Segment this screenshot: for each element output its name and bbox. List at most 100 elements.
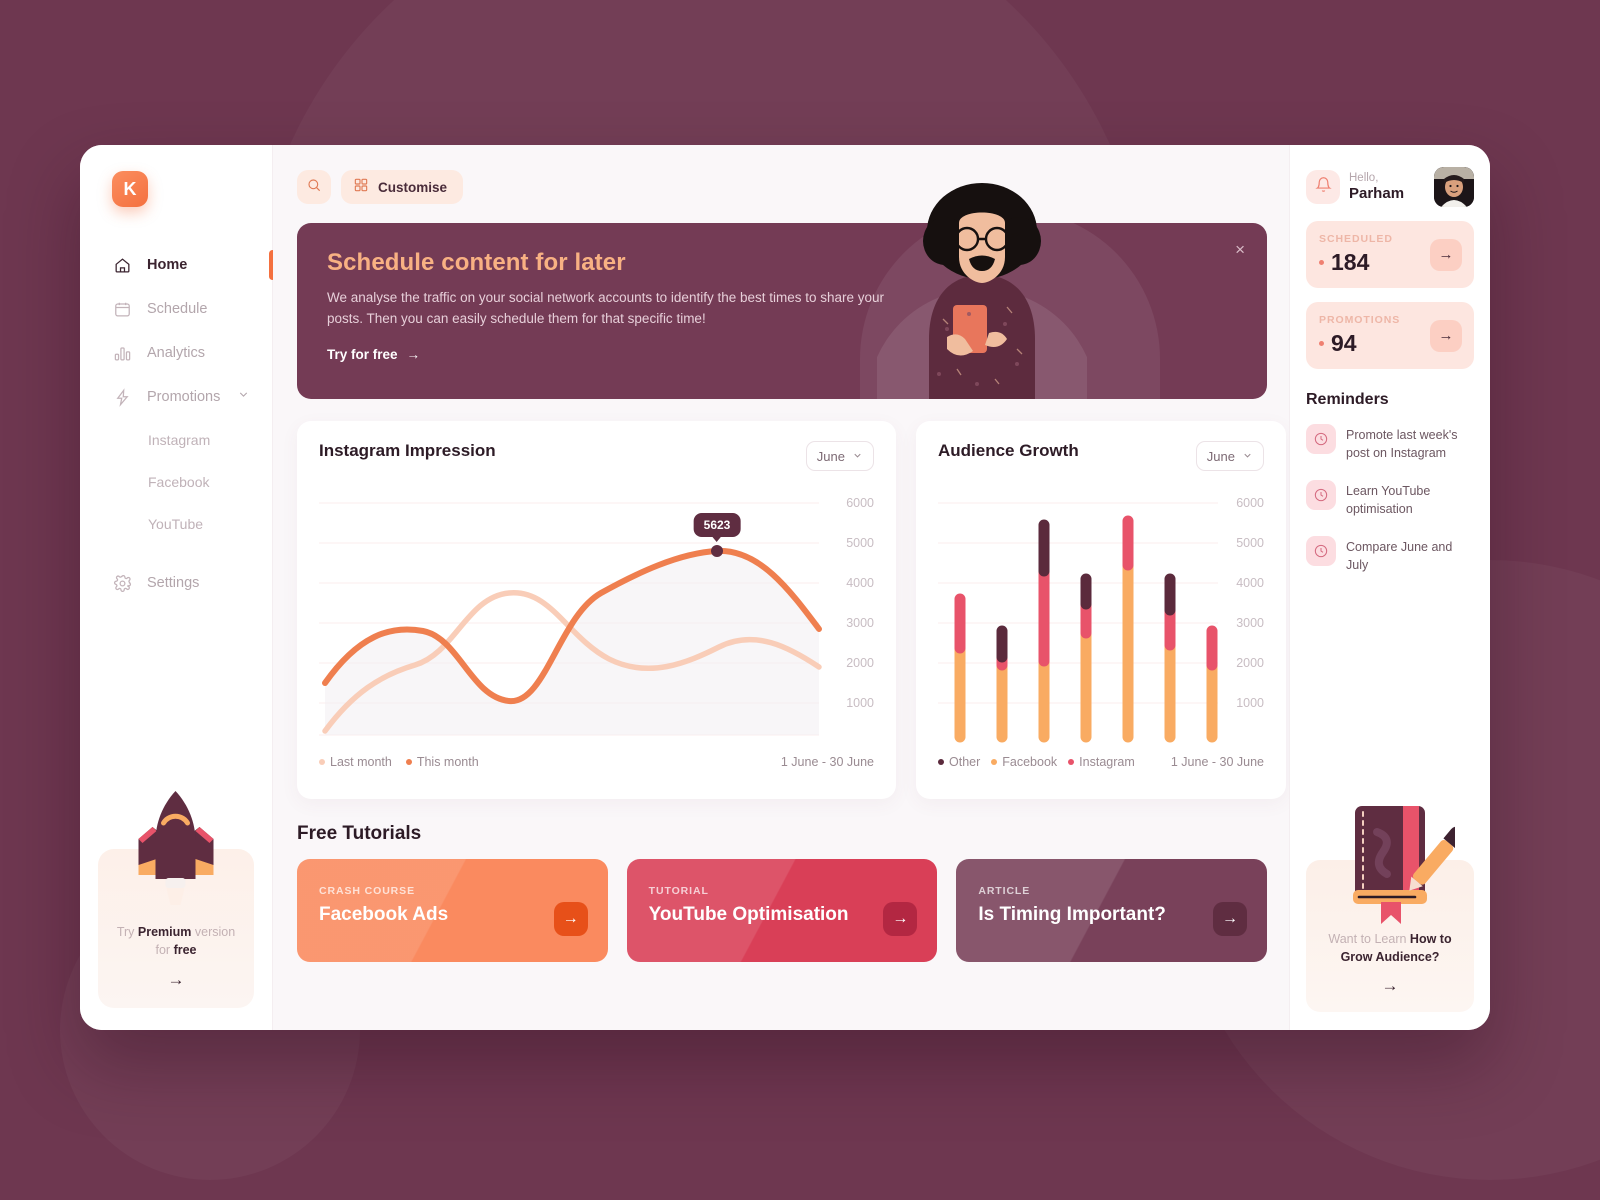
search-icon: [306, 177, 322, 198]
stat-card-scheduled[interactable]: SCHEDULED 184 →: [1306, 221, 1474, 288]
sidebar-subitem-instagram[interactable]: Instagram: [80, 419, 272, 461]
banner-cta-button[interactable]: Try for free →: [327, 347, 420, 362]
stat-card-promotions[interactable]: PROMOTIONS 94 →: [1306, 302, 1474, 369]
reminder-text: Learn YouTube optimisation: [1346, 484, 1431, 516]
premium-line2-pre: for: [155, 943, 174, 958]
legend-swatch: [1068, 759, 1075, 765]
grow-audience-card[interactable]: Want to Learn How to Grow Audience? →: [1306, 805, 1474, 1012]
free-tutorials-title: Free Tutorials: [297, 823, 422, 844]
sidebar-item-label: Settings: [147, 575, 200, 591]
premium-arrow-icon[interactable]: →: [112, 970, 240, 990]
app-logo[interactable]: K: [112, 171, 148, 207]
sidebar-item-home[interactable]: Home: [80, 243, 276, 287]
banner-character-illustration: [867, 179, 1097, 519]
stat-arrow-button[interactable]: →: [1430, 319, 1462, 352]
grow-line2-strong: Grow Audience?: [1340, 950, 1440, 965]
card-title: Instagram Impression: [319, 441, 496, 460]
sidebar-item-analytics[interactable]: Analytics: [80, 331, 272, 375]
instagram-impression-card: Instagram Impression June 5623 6000 5000…: [297, 421, 896, 799]
audience-date-range: 1 June - 30 June: [1170, 755, 1264, 769]
avatar[interactable]: [1434, 167, 1474, 207]
card-footer: Other Facebook Instagram 1 June - 30 Jun…: [938, 755, 1264, 769]
legend-item: Instagram: [1068, 755, 1135, 769]
reminders-title: Reminders: [1306, 391, 1389, 408]
sidebar-item-schedule[interactable]: Schedule: [80, 287, 272, 331]
legend-label: Instagram: [1079, 755, 1135, 769]
tutorial-title: YouTube Optimisation: [648, 904, 849, 925]
sidebar-item-label: Promotions: [147, 389, 221, 405]
month-select-value: June: [816, 448, 845, 464]
grow-line1-pre: Want to Learn: [1328, 931, 1410, 946]
grow-arrow-icon[interactable]: →: [1318, 976, 1462, 996]
y-tick-label: 4000: [846, 576, 874, 590]
tutorial-kicker: ARTICLE: [978, 885, 1031, 897]
tutorial-title: Facebook Ads: [319, 904, 449, 925]
chevron-down-icon[interactable]: [237, 388, 250, 406]
month-select-impression[interactable]: June: [805, 441, 874, 471]
tutorial-arrow-button[interactable]: →: [883, 902, 918, 936]
line-plot: 5623 6000 5000 4000 3000 2000 1000: [319, 485, 874, 753]
y-tick-label: 5000: [846, 536, 874, 550]
right-rail: Hello, Parham SCHEDULED 184 → PROMOTIONS…: [1289, 145, 1490, 1030]
user-header: Hello, Parham: [1306, 167, 1474, 207]
customise-button[interactable]: Customise: [341, 170, 464, 204]
legend-swatch: [938, 759, 944, 765]
main-content: Customise Schedule content for later We …: [273, 145, 1289, 1030]
reminder-item[interactable]: Learn YouTube optimisation: [1306, 471, 1474, 527]
app-window: K Home Schedule Analytics Promotions Ins…: [80, 145, 1490, 1030]
premium-line1-strong: Premium: [137, 924, 192, 939]
sidebar-item-label: Analytics: [147, 345, 206, 361]
banner-close-button[interactable]: ×: [1235, 241, 1245, 258]
grid-icon: [353, 177, 369, 198]
tutorial-title: Is Timing Important?: [978, 904, 1166, 925]
left-sidebar: K Home Schedule Analytics Promotions Ins…: [80, 145, 276, 1030]
tutorial-card-facebook-ads[interactable]: CRASH COURSE Facebook Ads →: [297, 859, 608, 962]
stat-dot: [1319, 260, 1324, 265]
gear-icon: [112, 573, 132, 593]
tutorial-card-youtube-optimisation[interactable]: TUTORIAL YouTube Optimisation →: [626, 859, 938, 962]
legend-item: Last month: [319, 755, 392, 769]
book-illustration: [1325, 798, 1465, 933]
y-tick-label: 5000: [1236, 536, 1264, 550]
top-toolbar: Customise: [297, 169, 1267, 205]
sidebar-subitem-facebook[interactable]: Facebook: [80, 461, 272, 503]
sidebar-subitem-youtube[interactable]: YouTube: [80, 503, 272, 545]
bar-chart-icon: [112, 343, 132, 363]
stat-arrow-button[interactable]: →: [1430, 238, 1462, 271]
user-name: Parham: [1349, 185, 1405, 203]
legend-item: Facebook: [991, 755, 1057, 769]
home-icon: [112, 255, 132, 275]
legend-label: This month: [416, 755, 479, 769]
y-tick-label: 2000: [1236, 656, 1264, 670]
audience-legend: Other Facebook Instagram: [938, 755, 1135, 769]
stat-value: 184: [1331, 249, 1370, 275]
arrow-right-icon: →: [406, 346, 421, 362]
tutorial-arrow-button[interactable]: →: [553, 902, 588, 936]
premium-upsell-card[interactable]: Try Premium version for free →: [98, 790, 254, 1008]
tutorial-arrow-button[interactable]: →: [1213, 902, 1248, 936]
legend-label: Last month: [330, 755, 392, 769]
tutorial-kicker: CRASH COURSE: [319, 885, 415, 897]
card-title: Audience Growth: [938, 441, 1079, 460]
bolt-icon: [112, 387, 132, 407]
legend-item: This month: [405, 755, 479, 769]
charts-row: Instagram Impression June 5623 6000 5000…: [297, 421, 1286, 799]
search-button[interactable]: [297, 170, 331, 204]
audience-growth-card: Audience Growth June 6000 5000 4000 3000…: [916, 421, 1286, 799]
calendar-icon: [112, 299, 132, 319]
y-tick-label: 6000: [1236, 496, 1264, 510]
y-tick-label: 4000: [1236, 576, 1264, 590]
month-select-audience[interactable]: June: [1195, 441, 1264, 471]
tutorial-kicker: TUTORIAL: [648, 885, 709, 897]
premium-line1-post: version: [191, 924, 236, 939]
stat-value: 94: [1331, 330, 1357, 356]
sidebar-item-settings[interactable]: Settings: [80, 561, 272, 605]
sidebar-item-promotions[interactable]: Promotions: [80, 375, 272, 419]
notifications-button[interactable]: [1306, 170, 1340, 204]
clock-icon: [1306, 480, 1336, 510]
reminder-item[interactable]: Compare June and July: [1306, 527, 1474, 583]
premium-line2-strong: free: [173, 943, 197, 958]
reminder-item[interactable]: Promote last week's post on Instagram: [1306, 415, 1474, 471]
tutorial-card-is-timing-important[interactable]: ARTICLE Is Timing Important? →: [956, 859, 1268, 962]
